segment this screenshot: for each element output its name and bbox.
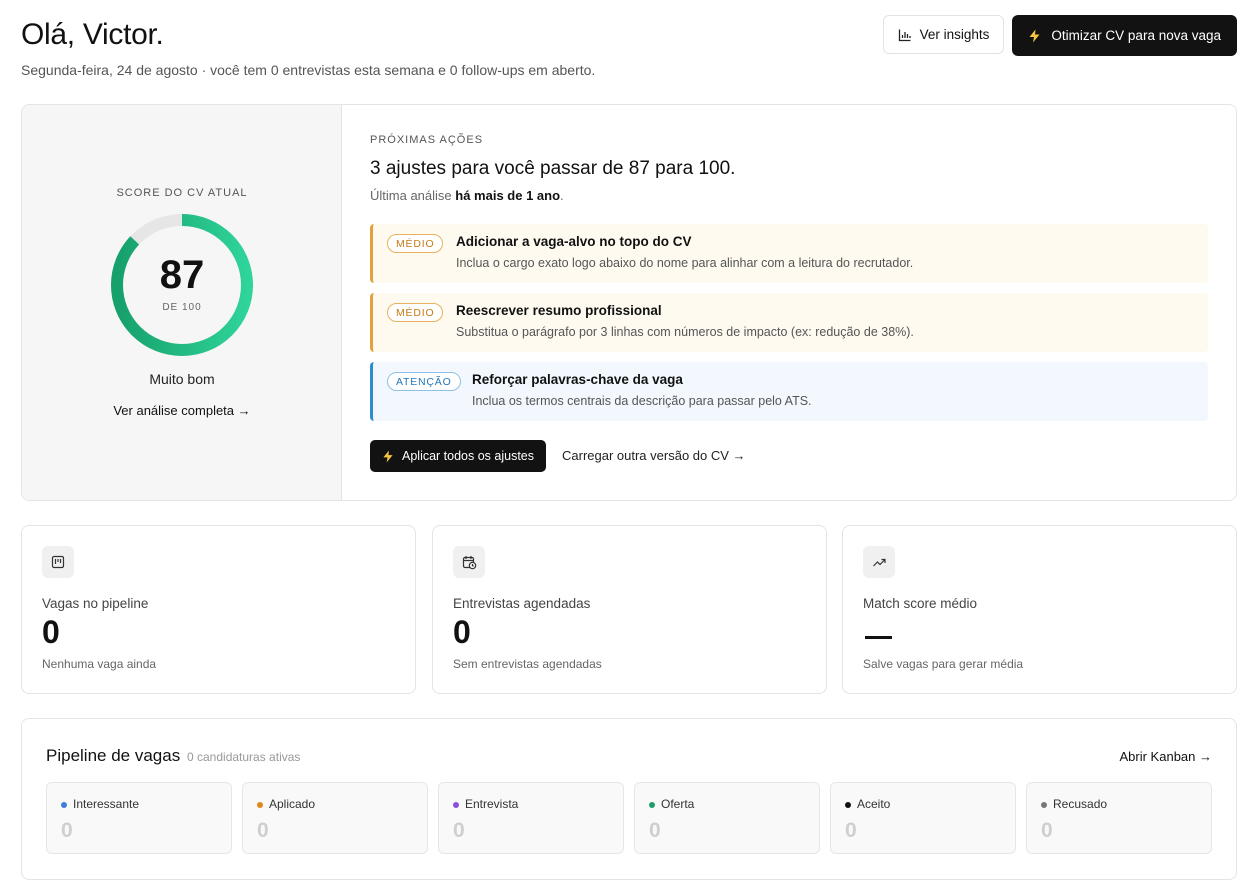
cv-score-card: SCORE DO CV ATUAL 87 DE 100 Muito bom Ve… <box>21 104 1237 501</box>
stat-label: Entrevistas agendadas <box>453 596 591 611</box>
view-insights-label: Ver insights <box>919 27 990 42</box>
last-analysis-value: há mais de 1 ano <box>455 188 561 203</box>
stage-name: Recusado <box>1053 797 1108 811</box>
stat-card-pipeline: Vagas no pipeline 0 Nenhuma vaga ainda <box>21 525 416 694</box>
priority-badge: ATENÇÃO <box>387 372 461 391</box>
pipeline-stage[interactable]: Aceito 0 <box>830 782 1016 854</box>
next-actions-label: PRÓXIMAS AÇÕES <box>370 134 484 146</box>
last-analysis: Última análise há mais de 1 ano. <box>370 188 564 203</box>
action-description: Substitua o parágrafo por 3 linhas com n… <box>456 325 914 339</box>
stage-count: 0 <box>61 819 73 842</box>
pipeline-title: Pipeline de vagas <box>46 746 181 765</box>
pipeline-stage[interactable]: Aplicado 0 <box>242 782 428 854</box>
stat-note: Nenhuma vaga ainda <box>42 657 157 671</box>
stage-name: Oferta <box>661 797 695 811</box>
stage-name: Interessante <box>73 797 140 811</box>
stage-dot <box>845 802 851 808</box>
last-analysis-suffix: . <box>560 188 564 203</box>
stage-dot <box>1041 802 1047 808</box>
pipeline-stage[interactable]: Entrevista 0 <box>438 782 624 854</box>
stage-count: 0 <box>845 819 857 842</box>
action-description: Inclua o cargo exato logo abaixo do nome… <box>456 256 914 270</box>
stat-label: Match score médio <box>863 596 978 611</box>
stage-dot <box>257 802 263 808</box>
view-insights-button[interactable]: Ver insights <box>882 15 1005 54</box>
page-header: Olá, Victor. Segunda-feira, 24 de agosto… <box>21 14 1237 84</box>
apply-all-button[interactable]: Aplicar todos os ajustes <box>370 440 547 472</box>
lightning-icon <box>383 450 393 462</box>
stat-value: 0 <box>42 614 60 650</box>
stage-dot <box>61 802 67 808</box>
open-kanban-link[interactable]: Abrir Kanban → <box>1120 749 1213 764</box>
stat-note: Sem entrevistas agendadas <box>453 657 602 671</box>
optimize-cv-button[interactable]: Otimizar CV para nova vaga <box>1012 15 1237 56</box>
last-analysis-prefix: Última análise <box>370 188 456 203</box>
priority-badge: MÉDIO <box>387 234 444 253</box>
stat-card-interviews: Entrevistas agendadas 0 Sem entrevistas … <box>432 525 827 694</box>
action-title: Adicionar a vaga-alvo no topo do CV <box>456 234 692 249</box>
lightning-icon <box>1029 29 1040 42</box>
pipeline-stage[interactable]: Oferta 0 <box>634 782 820 854</box>
pipeline-stage[interactable]: Interessante 0 <box>46 782 232 854</box>
stage-count: 0 <box>257 819 269 842</box>
action-description: Inclua os termos centrais da descrição p… <box>472 394 812 408</box>
greeting-subtitle: Segunda-feira, 24 de agosto · você tem 0… <box>21 62 596 78</box>
stage-name: Aplicado <box>269 797 316 811</box>
action-item[interactable]: ATENÇÃO Reforçar palavras-chave da vaga … <box>370 362 1208 421</box>
greeting-title: Olá, Victor. <box>21 18 164 51</box>
apply-all-label: Aplicar todos os ajustes <box>402 449 535 463</box>
action-item[interactable]: MÉDIO Adicionar a vaga-alvo no topo do C… <box>370 224 1208 283</box>
stat-empty-dash <box>865 636 892 639</box>
stat-label: Vagas no pipeline <box>42 596 149 611</box>
pipeline-count: 0 candidaturas ativas <box>187 750 301 764</box>
action-item[interactable]: MÉDIO Reescrever resumo profissional Sub… <box>370 293 1208 352</box>
full-analysis-link[interactable]: Ver análise completa → <box>22 403 342 418</box>
upload-cv-link[interactable]: Carregar outra versão do CV → <box>562 448 746 463</box>
score-out-of: DE 100 <box>162 302 202 313</box>
pipeline-stage[interactable]: Recusado 0 <box>1026 782 1212 854</box>
stat-note: Salve vagas para gerar média <box>863 657 1024 671</box>
score-value: 87 <box>159 253 205 297</box>
stat-card-match: Match score médio Salve vagas para gerar… <box>842 525 1237 694</box>
action-title: Reescrever resumo profissional <box>456 303 662 318</box>
optimize-cv-label: Otimizar CV para nova vaga <box>1051 28 1221 43</box>
stage-count: 0 <box>649 819 661 842</box>
stage-name: Aceito <box>857 797 891 811</box>
kanban-icon <box>42 546 74 578</box>
stage-dot <box>649 802 655 808</box>
stage-count: 0 <box>1041 819 1053 842</box>
bar-chart-icon <box>898 29 911 41</box>
next-actions-title: 3 ajustes para você passar de 87 para 10… <box>370 158 736 179</box>
score-label: SCORE DO CV ATUAL <box>116 187 248 199</box>
header-actions: Ver insights Otimizar CV para nova vaga <box>882 15 1237 56</box>
stage-name: Entrevista <box>465 797 519 811</box>
trending-up-icon <box>863 546 895 578</box>
stage-dot <box>453 802 459 808</box>
priority-badge: MÉDIO <box>387 303 444 322</box>
pipeline-section: Pipeline de vagas 0 candidaturas ativas … <box>21 718 1237 880</box>
calendar-clock-icon <box>453 546 485 578</box>
action-title: Reforçar palavras-chave da vaga <box>472 372 683 387</box>
stage-count: 0 <box>453 819 465 842</box>
next-actions-panel: PRÓXIMAS AÇÕES 3 ajustes para você passa… <box>370 105 1208 500</box>
score-panel: SCORE DO CV ATUAL 87 DE 100 Muito bom Ve… <box>22 105 342 500</box>
stat-value: 0 <box>453 614 471 650</box>
score-rating: Muito bom <box>149 371 215 387</box>
